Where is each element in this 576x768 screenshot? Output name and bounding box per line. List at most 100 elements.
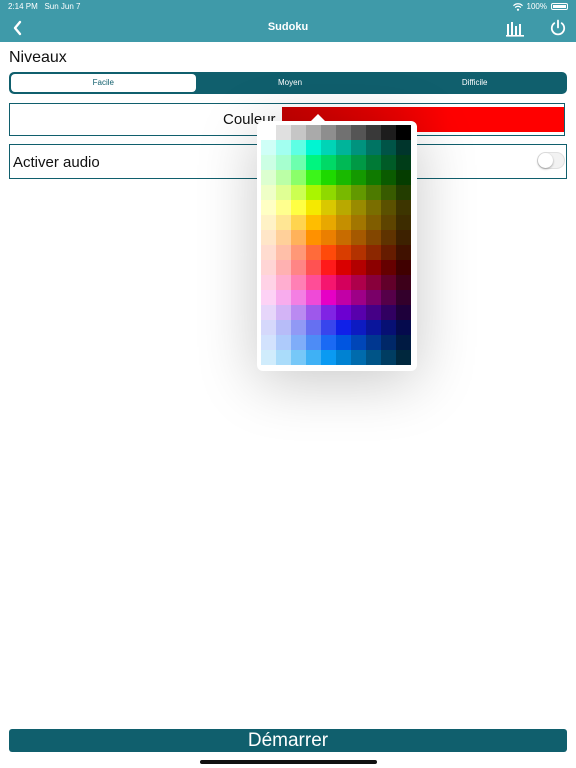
palette-color-cell[interactable] [396, 125, 411, 140]
palette-color-cell[interactable] [366, 155, 381, 170]
palette-color-cell[interactable] [336, 155, 351, 170]
palette-color-cell[interactable] [261, 275, 276, 290]
palette-color-cell[interactable] [366, 290, 381, 305]
palette-color-cell[interactable] [291, 125, 306, 140]
palette-color-cell[interactable] [276, 185, 291, 200]
palette-color-cell[interactable] [336, 275, 351, 290]
palette-color-cell[interactable] [306, 230, 321, 245]
palette-color-cell[interactable] [276, 305, 291, 320]
palette-color-cell[interactable] [351, 245, 366, 260]
palette-color-cell[interactable] [261, 155, 276, 170]
palette-color-cell[interactable] [276, 290, 291, 305]
palette-color-cell[interactable] [321, 320, 336, 335]
palette-color-cell[interactable] [306, 125, 321, 140]
palette-color-cell[interactable] [381, 245, 396, 260]
palette-color-cell[interactable] [321, 155, 336, 170]
palette-color-cell[interactable] [336, 290, 351, 305]
palette-color-cell[interactable] [306, 350, 321, 365]
palette-color-cell[interactable] [336, 245, 351, 260]
palette-color-cell[interactable] [396, 350, 411, 365]
palette-color-cell[interactable] [381, 230, 396, 245]
palette-color-cell[interactable] [291, 170, 306, 185]
palette-color-cell[interactable] [321, 245, 336, 260]
palette-color-cell[interactable] [276, 200, 291, 215]
palette-color-cell[interactable] [276, 230, 291, 245]
palette-color-cell[interactable] [291, 260, 306, 275]
palette-color-cell[interactable] [366, 185, 381, 200]
palette-color-cell[interactable] [306, 320, 321, 335]
palette-color-cell[interactable] [321, 290, 336, 305]
palette-color-cell[interactable] [336, 320, 351, 335]
palette-color-cell[interactable] [261, 305, 276, 320]
palette-color-cell[interactable] [291, 350, 306, 365]
palette-color-cell[interactable] [351, 185, 366, 200]
palette-color-cell[interactable] [276, 155, 291, 170]
palette-color-cell[interactable] [276, 275, 291, 290]
palette-color-cell[interactable] [366, 320, 381, 335]
palette-color-cell[interactable] [336, 260, 351, 275]
palette-color-cell[interactable] [336, 200, 351, 215]
palette-color-cell[interactable] [276, 350, 291, 365]
palette-color-cell[interactable] [306, 305, 321, 320]
palette-color-cell[interactable] [351, 125, 366, 140]
palette-color-cell[interactable] [261, 230, 276, 245]
palette-color-cell[interactable] [291, 215, 306, 230]
palette-color-cell[interactable] [381, 305, 396, 320]
palette-color-cell[interactable] [321, 125, 336, 140]
palette-color-cell[interactable] [381, 215, 396, 230]
palette-color-cell[interactable] [306, 170, 321, 185]
palette-color-cell[interactable] [366, 335, 381, 350]
palette-color-cell[interactable] [306, 140, 321, 155]
palette-color-cell[interactable] [396, 320, 411, 335]
palette-color-cell[interactable] [381, 155, 396, 170]
palette-color-cell[interactable] [306, 200, 321, 215]
palette-color-cell[interactable] [291, 185, 306, 200]
palette-color-cell[interactable] [366, 140, 381, 155]
palette-color-cell[interactable] [261, 215, 276, 230]
palette-color-cell[interactable] [336, 215, 351, 230]
segment-difficile[interactable]: Difficile [382, 72, 567, 94]
palette-color-cell[interactable] [351, 170, 366, 185]
palette-color-cell[interactable] [291, 245, 306, 260]
palette-color-cell[interactable] [351, 275, 366, 290]
palette-color-cell[interactable] [336, 125, 351, 140]
palette-color-cell[interactable] [261, 245, 276, 260]
palette-color-cell[interactable] [381, 125, 396, 140]
palette-color-cell[interactable] [366, 260, 381, 275]
palette-color-cell[interactable] [381, 260, 396, 275]
palette-color-cell[interactable] [276, 335, 291, 350]
palette-color-cell[interactable] [366, 215, 381, 230]
palette-color-cell[interactable] [276, 170, 291, 185]
palette-color-cell[interactable] [351, 290, 366, 305]
palette-color-cell[interactable] [351, 155, 366, 170]
palette-color-cell[interactable] [306, 290, 321, 305]
palette-color-cell[interactable] [381, 320, 396, 335]
palette-color-cell[interactable] [291, 275, 306, 290]
palette-color-cell[interactable] [381, 350, 396, 365]
palette-color-cell[interactable] [351, 260, 366, 275]
palette-color-cell[interactable] [396, 290, 411, 305]
palette-color-cell[interactable] [396, 275, 411, 290]
palette-color-cell[interactable] [336, 350, 351, 365]
palette-color-cell[interactable] [276, 260, 291, 275]
palette-color-cell[interactable] [261, 170, 276, 185]
audio-toggle-switch[interactable] [537, 152, 565, 169]
palette-color-cell[interactable] [336, 185, 351, 200]
palette-color-cell[interactable] [321, 185, 336, 200]
palette-color-cell[interactable] [276, 215, 291, 230]
palette-color-cell[interactable] [366, 245, 381, 260]
palette-color-cell[interactable] [396, 305, 411, 320]
palette-color-cell[interactable] [381, 275, 396, 290]
palette-color-cell[interactable] [396, 230, 411, 245]
palette-color-cell[interactable] [261, 335, 276, 350]
palette-color-cell[interactable] [306, 245, 321, 260]
palette-color-cell[interactable] [366, 350, 381, 365]
palette-color-cell[interactable] [396, 335, 411, 350]
palette-color-cell[interactable] [351, 230, 366, 245]
palette-color-cell[interactable] [321, 350, 336, 365]
stats-chart-icon[interactable] [505, 18, 525, 38]
palette-color-cell[interactable] [366, 275, 381, 290]
palette-color-cell[interactable] [351, 215, 366, 230]
palette-color-cell[interactable] [306, 275, 321, 290]
start-button[interactable]: Démarrer [9, 729, 567, 752]
